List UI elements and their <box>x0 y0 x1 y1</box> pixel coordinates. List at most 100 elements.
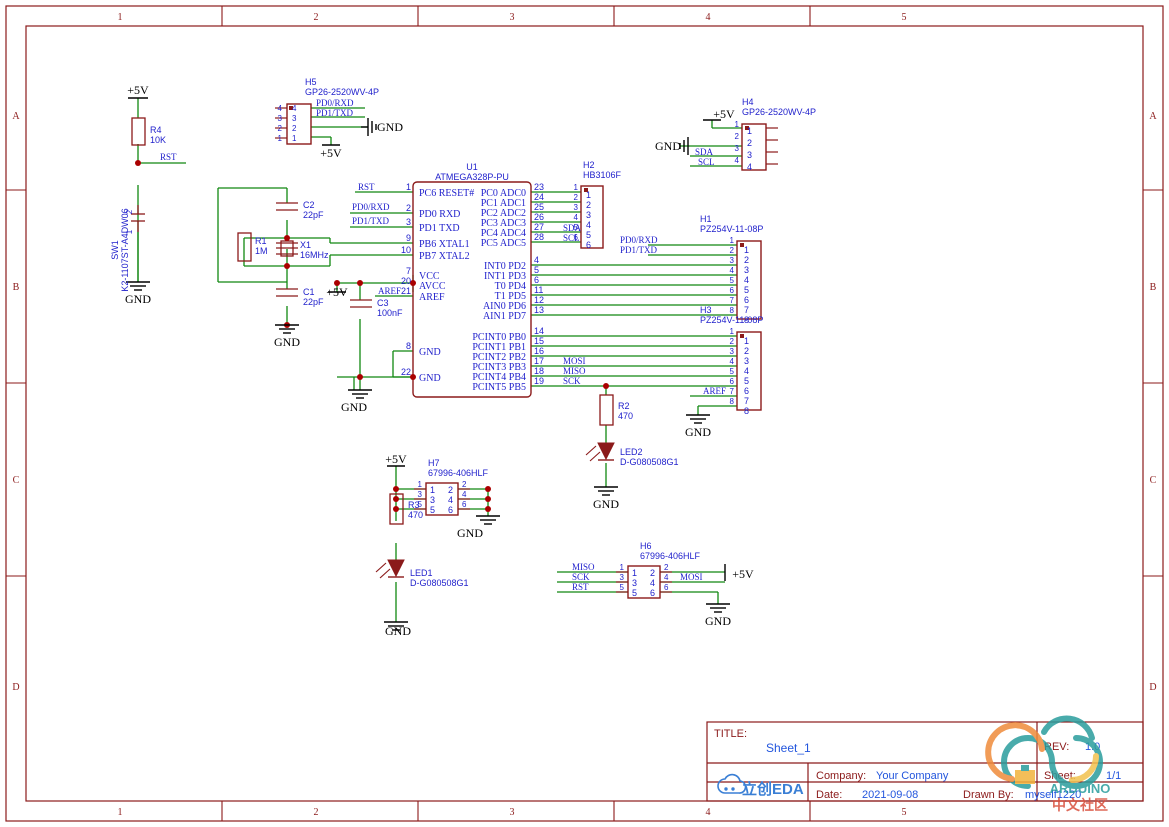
h7-outer-pin-2: 2 <box>462 480 467 489</box>
net-label-mosi-u1: MOSI <box>563 356 586 366</box>
r2-designator: R2 <box>618 401 630 411</box>
vcc-label-3: +5V <box>713 107 735 121</box>
zone-top-2: 2 <box>314 12 319 23</box>
h2-outer-pin-2: 2 <box>574 193 579 202</box>
h1-inner-pin-4: 4 <box>744 275 749 285</box>
net-label-aref-u1: AREF <box>378 286 401 296</box>
c3-designator: C3 <box>377 298 389 308</box>
net-label-pd1txd-u1: PD1/TXD <box>352 216 390 226</box>
u1-pinnum-20: 20 <box>401 276 411 286</box>
h4-outer-pin-3: 3 <box>735 144 740 153</box>
h1-inner-pin-6: 6 <box>744 295 749 305</box>
h4-designator: H4 <box>742 97 754 107</box>
watermark-text-cn: 中文社区 <box>1052 797 1108 814</box>
net-label-miso-u1: MISO <box>563 366 586 376</box>
zone-left-a: A <box>12 111 20 122</box>
sw1-pin1: 1 <box>125 229 134 234</box>
h2-outer-pin-4: 4 <box>574 213 579 222</box>
h5-value: GP26-2520WV-4P <box>305 87 379 97</box>
u1-pinnum-26: 26 <box>534 212 544 222</box>
h1-outer-pin-3: 3 <box>730 256 735 265</box>
u1-pinnum-13: 13 <box>534 305 544 315</box>
zone-right-a: A <box>1149 111 1157 122</box>
h7-inner-pin-5: 5 <box>430 505 435 515</box>
zone-left-d: D <box>12 682 19 693</box>
h7-outer-pin-6: 6 <box>462 500 467 509</box>
h3-outer-pin-7: 7 <box>730 387 735 396</box>
h4-inner-pin-4: 4 <box>747 162 752 172</box>
u1-pinnum-9: 9 <box>406 233 411 243</box>
h1-outer-pin-5: 5 <box>730 276 735 285</box>
h2-outer-pin-3: 3 <box>574 203 579 212</box>
h3-inner-pin-4: 4 <box>744 366 749 376</box>
h7-outer-pin-4: 4 <box>462 490 467 499</box>
h1-outer-pin-4: 4 <box>730 266 735 275</box>
gnd-label-9: GND <box>385 624 411 638</box>
h7-value: 67996-406HLF <box>428 468 489 478</box>
zone-top-4: 4 <box>706 12 711 23</box>
led1-designator: LED1 <box>410 568 433 578</box>
h2-inner-pin-4: 4 <box>586 220 591 230</box>
net-label-rst-u1: RST <box>358 182 375 192</box>
h2-outer-pin-1: 1 <box>574 183 579 192</box>
h6-inner-pin-2: 2 <box>650 568 655 578</box>
h5-outer-pin-4: 4 <box>278 104 283 113</box>
h4-outer-pin-2: 2 <box>735 132 740 141</box>
gnd-label-10: GND <box>705 614 731 628</box>
h1-inner-pin-3: 3 <box>744 265 749 275</box>
u1-pinnum-28: 28 <box>534 232 544 242</box>
gnd-label-2: GND <box>377 120 403 134</box>
h3-inner-pin-7: 7 <box>744 396 749 406</box>
h3-outer-pin-5: 5 <box>730 367 735 376</box>
drawn-by-label: Drawn By: <box>963 789 1014 801</box>
h1-inner-pin-5: 5 <box>744 285 749 295</box>
u1-pinnum-18: 18 <box>534 366 544 376</box>
sw1-pin2: 2 <box>125 209 134 214</box>
schematic-svg: 1 2 3 4 5 1 2 3 4 5 A B C D A B C D +5V … <box>0 0 1169 827</box>
h6-inner-pin-4: 4 <box>650 578 655 588</box>
h1-designator: H1 <box>700 214 712 224</box>
h3-outer-pin-2: 2 <box>730 337 735 346</box>
vcc-label-1: +5V <box>127 83 149 97</box>
sw1-value: K2-1107ST-A4DW06 <box>120 208 130 291</box>
h1-outer-pin-6: 6 <box>730 286 735 295</box>
h3-inner-pin-6: 6 <box>744 386 749 396</box>
u1-pinnum-3: 3 <box>406 217 411 227</box>
h7-inner-pin-3: 3 <box>430 495 435 505</box>
h5-outer-pin-3: 3 <box>278 114 283 123</box>
h4-value: GP26-2520WV-4P <box>742 107 816 117</box>
h6-outer-pin-5: 5 <box>620 583 625 592</box>
net-label-sda-u1: SDA <box>563 223 582 233</box>
u1-pinnum-15: 15 <box>534 336 544 346</box>
h1-outer-pin-1: 1 <box>730 236 735 245</box>
u1-pin-name-pd7: AIN1 PD7 <box>483 311 526 322</box>
zone-bottom-4: 4 <box>706 807 711 818</box>
h1-outer-pin-7: 7 <box>730 296 735 305</box>
u1-pin-name-pc6: PC6 RESET# <box>419 188 474 199</box>
u1-pinnum-1: 1 <box>406 182 411 192</box>
u1-pinnum-14: 14 <box>534 326 544 336</box>
u1-pin-name-gnd8: GND <box>419 347 441 358</box>
zone-right-c: C <box>1150 475 1157 486</box>
h5-outer-pin-1: 1 <box>278 134 283 143</box>
u1-pinnum-23: 23 <box>534 182 544 192</box>
zone-bottom-5: 5 <box>902 807 907 818</box>
h3-outer-pin-3: 3 <box>730 347 735 356</box>
u1-pin-name-avcc: AVCC <box>419 281 446 292</box>
net-label-pd0rxd-h1: PD0/RXD <box>620 235 658 245</box>
h7-inner-pin-2: 2 <box>448 485 453 495</box>
h3-inner-pin-2: 2 <box>744 346 749 356</box>
watermark-chip <box>1015 770 1035 784</box>
gnd-label-7: GND <box>593 497 619 511</box>
net-label-aref-h3: AREF <box>703 386 726 396</box>
h5-inner-pin-4: 4 <box>292 104 297 113</box>
sw1-designator: SW1 <box>110 240 120 260</box>
zone-top-5: 5 <box>902 12 907 23</box>
u1-pinnum-25: 25 <box>534 202 544 212</box>
u1-pin-name-pd0: PD0 RXD <box>419 209 460 220</box>
h3-outer-pin-4: 4 <box>730 357 735 366</box>
h7-outer-pin-3: 3 <box>418 490 423 499</box>
h2-outer-pin-5: 5 <box>574 223 579 232</box>
u1-pin-name-pd1: PD1 TXD <box>419 223 460 234</box>
gnd-label-8: GND <box>457 526 483 540</box>
